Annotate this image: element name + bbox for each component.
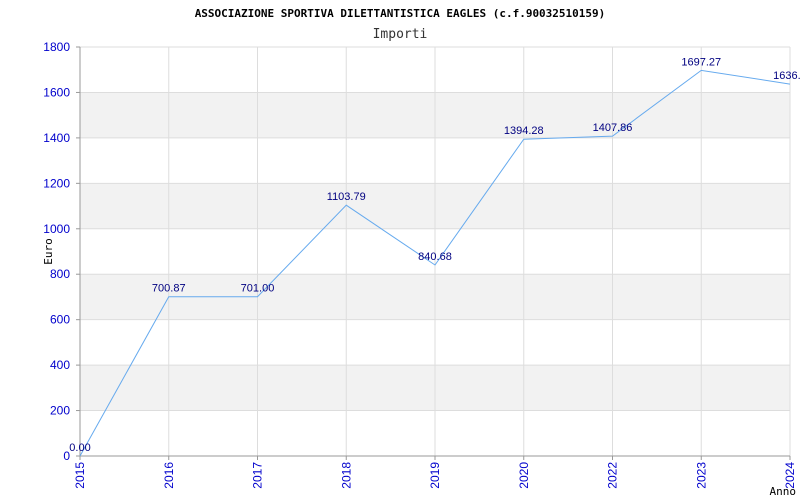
data-label: 0.00 [69, 442, 90, 454]
x-tick-label: 2019 [428, 462, 442, 489]
y-tick-label: 400 [50, 358, 70, 372]
data-label: 1103.79 [327, 191, 366, 203]
x-axis-label: Anno [770, 485, 797, 498]
y-tick-label: 1800 [43, 40, 70, 54]
x-tick-label: 2016 [162, 462, 176, 489]
data-label: 1636.7 [773, 70, 800, 82]
y-tick-label: 1200 [43, 176, 70, 190]
y-axis-label: Euro [42, 238, 55, 265]
line-chart: ASSOCIAZIONE SPORTIVA DILETTANTISTICA EA… [42, 7, 800, 498]
data-label: 1697.27 [681, 56, 721, 68]
data-label: 1394.28 [504, 125, 544, 137]
data-label: 701.00 [241, 283, 275, 295]
chart-subtitle: Importi [373, 27, 428, 42]
data-label: 1407.86 [593, 122, 633, 134]
x-tick-label: 2023 [694, 462, 708, 489]
y-tick-label: 1400 [43, 131, 70, 145]
y-tick-label: 800 [50, 267, 70, 281]
x-tick-label: 2017 [251, 462, 265, 489]
y-tick-label: 600 [50, 313, 70, 327]
y-tick-label: 200 [50, 404, 70, 418]
x-tick-label: 2022 [606, 462, 620, 489]
x-tick-label: 2020 [517, 462, 531, 489]
x-tick-label: 2018 [339, 462, 353, 489]
data-label: 700.87 [152, 283, 186, 295]
x-axis-ticks: 2015 2016 2017 2018 2019 2020 2022 2023 2024 [73, 456, 797, 489]
chart-title: ASSOCIAZIONE SPORTIVA DILETTANTISTICA EA… [195, 7, 606, 20]
x-tick-label: 2015 [73, 462, 87, 489]
y-tick-label: 1000 [43, 222, 70, 236]
data-label: 840.68 [418, 251, 452, 263]
y-tick-label: 1600 [43, 85, 70, 99]
